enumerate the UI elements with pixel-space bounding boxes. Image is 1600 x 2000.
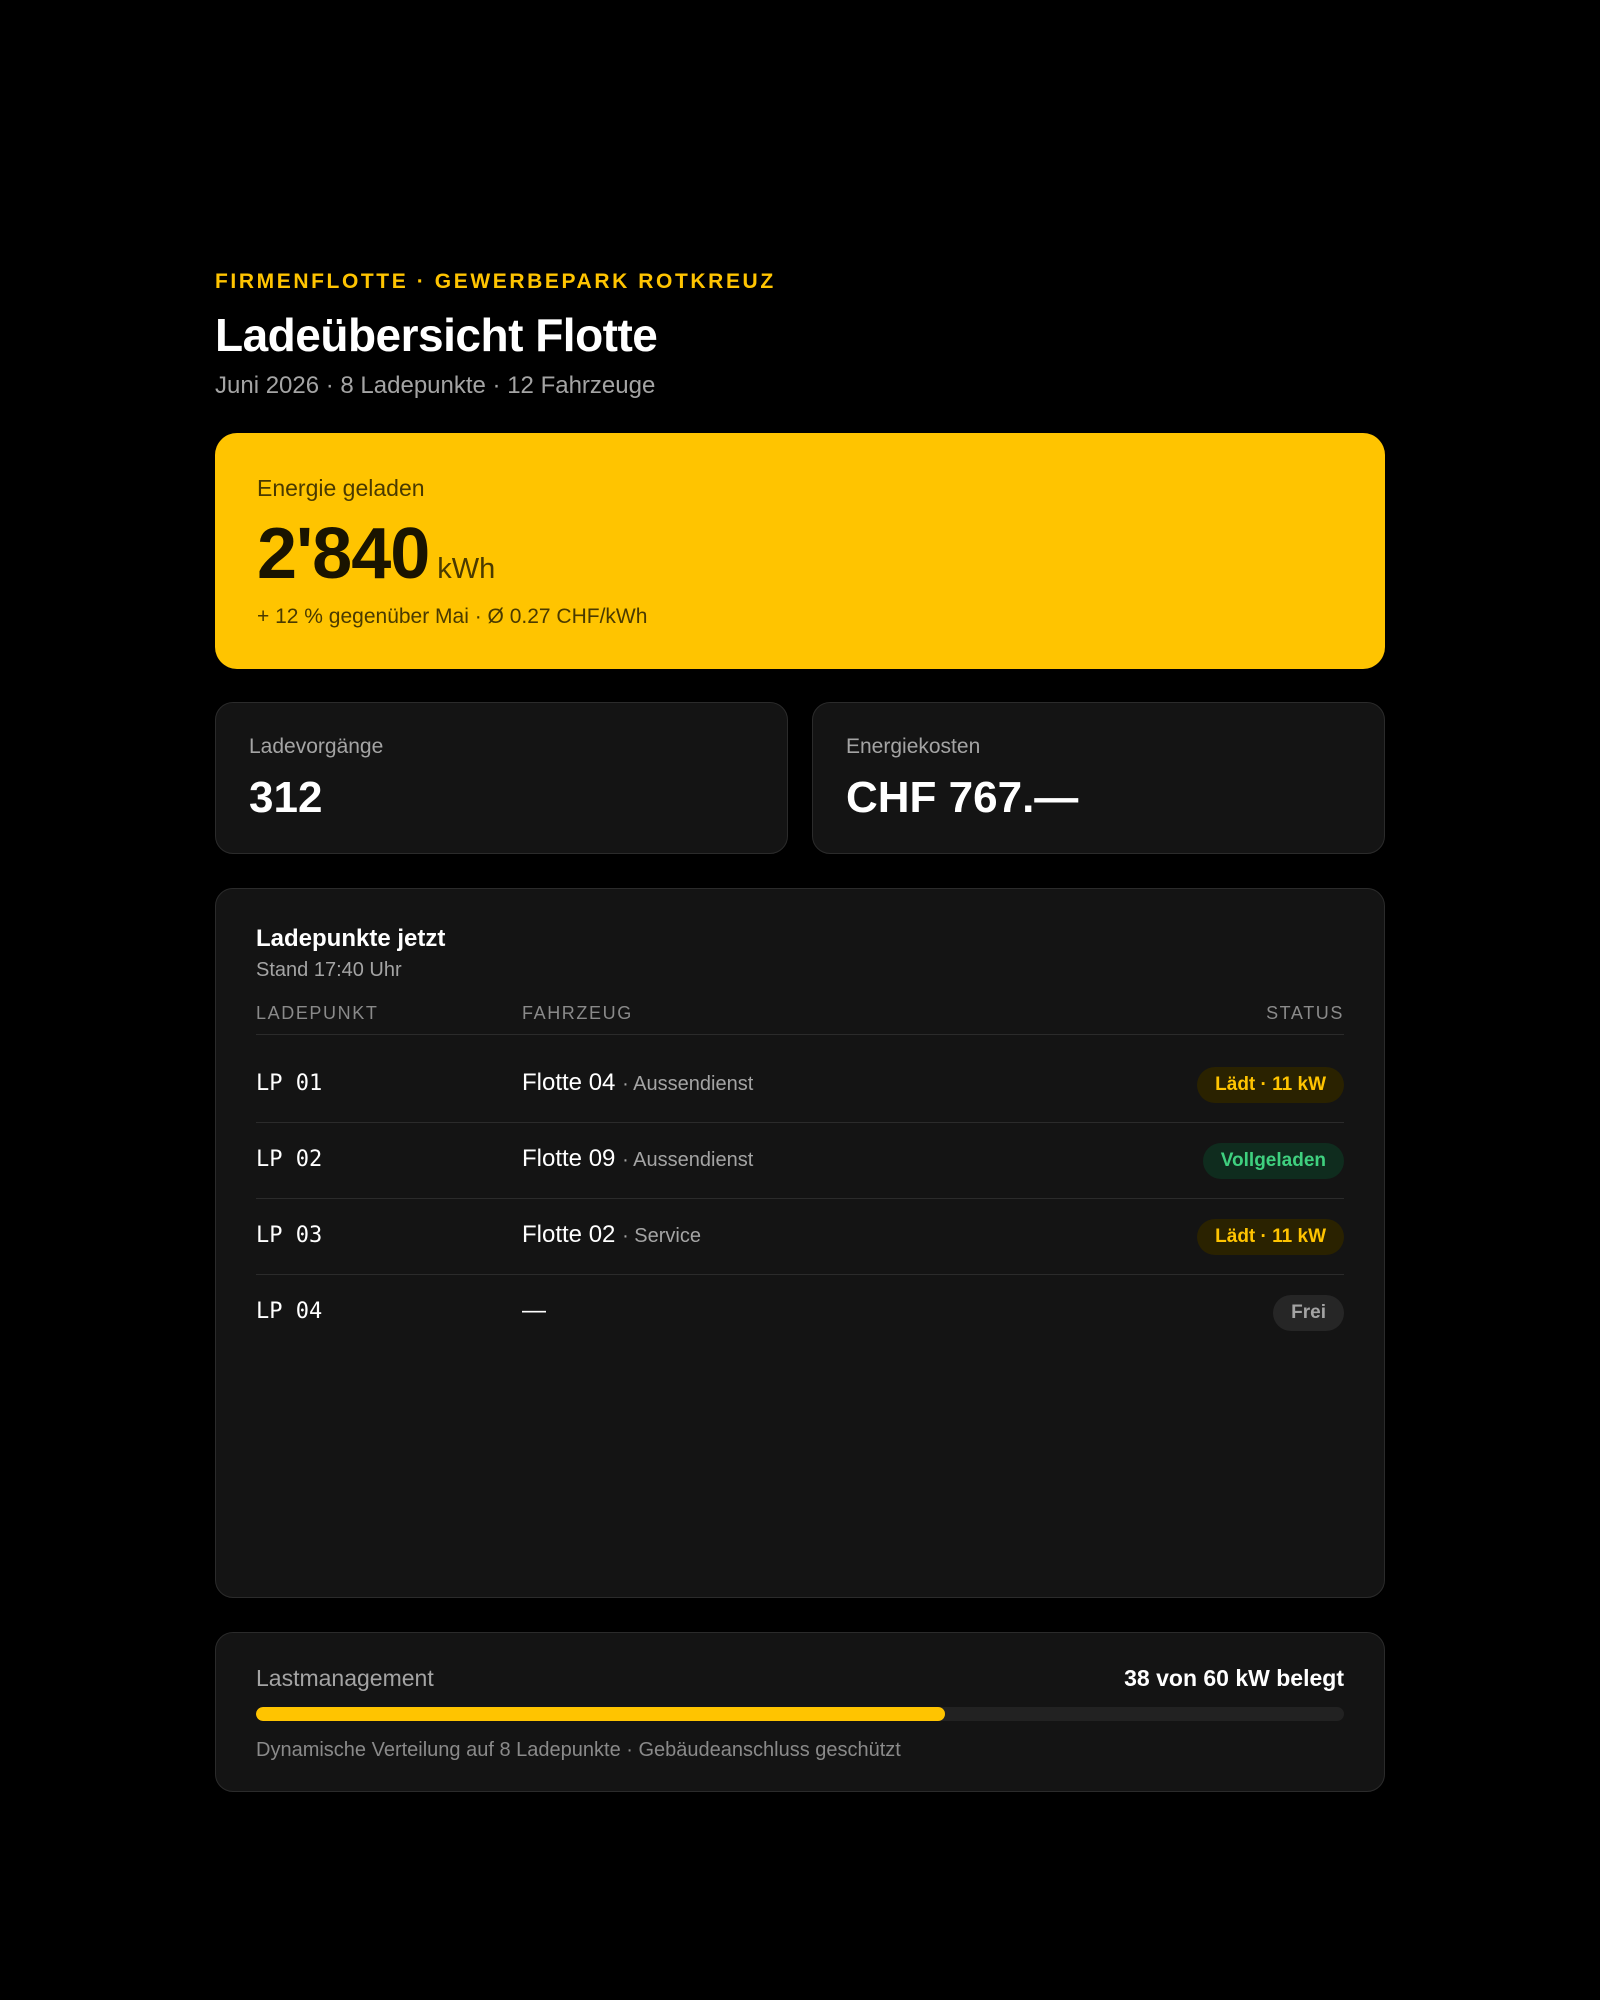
vehicle-name: Flotte 09 bbox=[522, 1145, 616, 1172]
charge-points-timestamp: Stand 17:40 Uhr bbox=[256, 959, 402, 981]
energy-unit: kWh bbox=[437, 553, 496, 585]
page-subtitle: Juni 2026 · 8 Ladepunkte · 12 Fahrzeuge bbox=[215, 372, 656, 399]
charge-point-id: LP 03 bbox=[256, 1223, 323, 1248]
table-row[interactable]: LP 02 Flotte 09 · Aussendienst Vollgelad… bbox=[256, 1123, 1344, 1199]
load-progress-fill bbox=[256, 1707, 946, 1721]
energy-value: 2'840 bbox=[257, 514, 430, 594]
charge-points-title: Ladepunkte jetzt bbox=[256, 925, 446, 952]
load-management-label: Lastmanagement bbox=[256, 1665, 434, 1691]
column-header-status: STATUS bbox=[1266, 1003, 1344, 1023]
vehicle-cell: Flotte 09 · Aussendienst bbox=[522, 1145, 753, 1173]
vehicle-department: · Service bbox=[622, 1225, 701, 1247]
charge-point-id: LP 01 bbox=[256, 1071, 323, 1096]
charge-point-id: LP 02 bbox=[256, 1147, 323, 1172]
charge-points-card: Ladepunkte jetzt Stand 17:40 Uhr LADEPUN… bbox=[215, 888, 1385, 1598]
charge-point-id: LP 04 bbox=[256, 1299, 323, 1324]
status-badge: Frei bbox=[1273, 1295, 1344, 1331]
sessions-value: 312 bbox=[249, 773, 323, 822]
vehicle-cell: Flotte 02 · Service bbox=[522, 1221, 701, 1249]
vehicle-department: · Aussendienst bbox=[622, 1073, 754, 1095]
vehicle-name: Flotte 04 bbox=[522, 1069, 616, 1096]
vehicle-department: · Aussendienst bbox=[622, 1149, 754, 1171]
costs-card: Energiekosten CHF 767.— bbox=[812, 702, 1385, 854]
sessions-card: Ladevorgänge 312 bbox=[215, 702, 788, 854]
energy-hero-card: Energie geladen 2'840 kWh + 12 % gegenüb… bbox=[215, 433, 1385, 669]
costs-value: CHF 767.— bbox=[846, 773, 1079, 822]
status-badge: Vollgeladen bbox=[1202, 1143, 1344, 1179]
energy-value-group: 2'840 kWh bbox=[257, 513, 495, 595]
vehicle-cell: Flotte 04 · Aussendienst bbox=[522, 1069, 753, 1097]
load-progress-track bbox=[256, 1707, 1344, 1721]
energy-label: Energie geladen bbox=[257, 475, 425, 501]
page-title: Ladeübersicht Flotte bbox=[215, 309, 658, 361]
status-badge: Lädt · 11 kW bbox=[1197, 1067, 1344, 1103]
energy-note: + 12 % gegenüber Mai · Ø 0.27 CHF/kWh bbox=[257, 605, 648, 628]
load-management-note: Dynamische Verteilung auf 8 Ladepunkte ·… bbox=[256, 1739, 901, 1761]
table-row[interactable]: LP 03 Flotte 02 · Service Lädt · 11 kW bbox=[256, 1199, 1344, 1275]
table-body: LP 01 Flotte 04 · Aussendienst Lädt · 11… bbox=[256, 1047, 1344, 1351]
table-row[interactable]: LP 04 — Frei bbox=[256, 1275, 1344, 1351]
sessions-label: Ladevorgänge bbox=[249, 735, 384, 758]
vehicle-name: Flotte 02 bbox=[522, 1221, 616, 1248]
table-header: LADEPUNKT FAHRZEUG STATUS bbox=[256, 995, 1344, 1035]
column-header-fahrzeug: FAHRZEUG bbox=[522, 1003, 633, 1023]
load-management-value: 38 von 60 kW belegt bbox=[1124, 1665, 1344, 1691]
table-row[interactable]: LP 01 Flotte 04 · Aussendienst Lädt · 11… bbox=[256, 1047, 1344, 1123]
vehicle-cell: — bbox=[522, 1297, 546, 1325]
location-eyebrow: FIRMENFLOTTE · GEWERBEPARK ROTKREUZ bbox=[215, 270, 776, 293]
costs-label: Energiekosten bbox=[846, 735, 981, 758]
vehicle-name: — bbox=[522, 1297, 546, 1324]
status-badge: Lädt · 11 kW bbox=[1197, 1219, 1344, 1255]
column-header-ladepunkt: LADEPUNKT bbox=[256, 1003, 379, 1023]
load-management-card: Lastmanagement 38 von 60 kW belegt Dynam… bbox=[215, 1632, 1385, 1792]
